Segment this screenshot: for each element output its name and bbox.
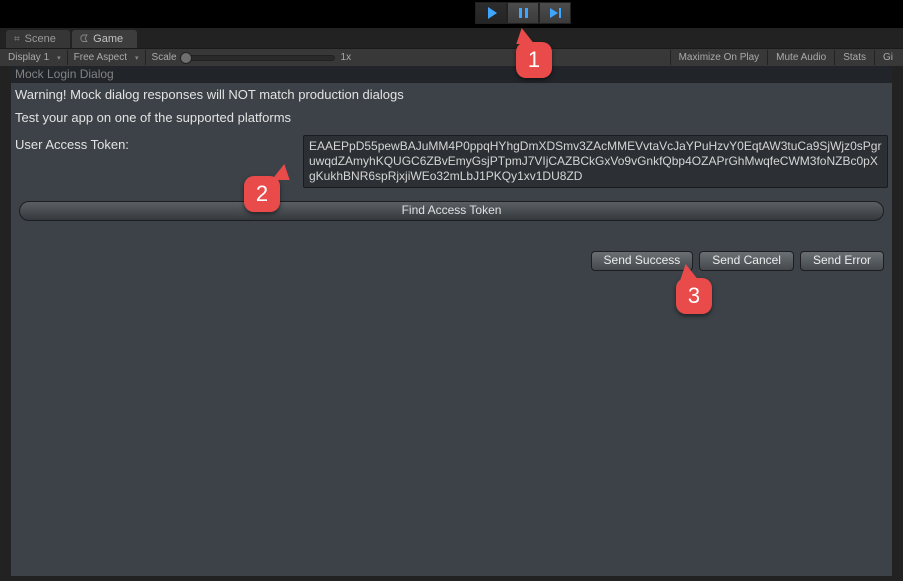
aspect-label: Free Aspect: [74, 52, 127, 63]
tab-scene[interactable]: ⌗ Scene: [6, 30, 70, 48]
slider-thumb[interactable]: [180, 52, 192, 64]
send-cancel-button[interactable]: Send Cancel: [699, 251, 794, 271]
grid-icon: ⌗: [14, 34, 20, 45]
platform-text: Test your app on one of the supported pl…: [15, 104, 888, 131]
warning-text: Warning! Mock dialog responses will NOT …: [15, 85, 888, 104]
pacman-icon: ᗧ: [80, 34, 88, 45]
gizmos-toggle[interactable]: Gi: [874, 50, 901, 65]
token-label: User Access Token:: [15, 135, 295, 152]
stats-label: Stats: [843, 52, 866, 63]
mute-label: Mute Audio: [776, 52, 826, 63]
chevron-down-icon: ▾: [135, 54, 139, 62]
game-options-bar: Display 1 ▾ Free Aspect ▾ Scale 1x Maxim…: [0, 49, 903, 66]
display-label: Display 1: [8, 52, 49, 63]
callout-arrow-icon: [268, 164, 289, 180]
tab-bar: ⌗ Scene ᗧ Game: [0, 28, 903, 49]
maximize-toggle[interactable]: Maximize On Play: [670, 50, 768, 65]
annotation-3: 3: [676, 278, 712, 314]
annotation-1: 1: [516, 42, 552, 78]
step-icon: [550, 8, 561, 18]
annotation-2: 2: [244, 176, 280, 212]
mute-toggle[interactable]: Mute Audio: [767, 50, 834, 65]
callout-arrow-icon: [680, 264, 701, 280]
scale-label: Scale: [152, 52, 177, 63]
scale-value: 1x: [341, 52, 352, 63]
right-options: Maximize On Play Mute Audio Stats Gi: [670, 50, 901, 65]
annotation-label: 1: [528, 47, 540, 73]
tab-label: Scene: [25, 33, 56, 45]
send-success-button[interactable]: Send Success: [591, 251, 694, 271]
aspect-dropdown[interactable]: Free Aspect ▾: [68, 50, 146, 65]
scale-slider[interactable]: [183, 55, 335, 61]
annotation-label: 2: [256, 181, 268, 207]
stats-toggle[interactable]: Stats: [834, 50, 874, 65]
maximize-label: Maximize On Play: [679, 52, 760, 63]
send-error-button[interactable]: Send Error: [800, 251, 884, 271]
top-toolbar: [0, 0, 903, 28]
gizmos-label: Gi: [883, 52, 893, 63]
send-row: Send Success Send Cancel Send Error: [19, 251, 884, 271]
panel-body: Warning! Mock dialog responses will NOT …: [11, 83, 892, 273]
find-token-button[interactable]: Find Access Token: [19, 201, 884, 221]
token-row: User Access Token: EAAEPpD55pewBAJuMM4P0…: [15, 135, 888, 188]
chevron-down-icon: ▾: [57, 54, 61, 62]
play-icon: [488, 7, 497, 19]
transport-controls: [475, 2, 571, 24]
annotation-label: 3: [688, 283, 700, 309]
panel-title: Mock Login Dialog: [11, 66, 892, 83]
tab-game[interactable]: ᗧ Game: [72, 30, 137, 48]
play-button[interactable]: [475, 2, 507, 24]
tab-label: Game: [93, 33, 123, 45]
callout-arrow-icon: [516, 28, 537, 44]
pause-button[interactable]: [507, 2, 539, 24]
token-input[interactable]: EAAEPpD55pewBAJuMM4P0ppqHYhgDmXDSmv3ZAcM…: [303, 135, 888, 188]
display-dropdown[interactable]: Display 1 ▾: [2, 50, 68, 65]
scale-control: Scale 1x: [152, 52, 352, 63]
pause-icon: [519, 8, 528, 18]
step-button[interactable]: [539, 2, 571, 24]
game-view: Mock Login Dialog Warning! Mock dialog r…: [11, 66, 892, 576]
